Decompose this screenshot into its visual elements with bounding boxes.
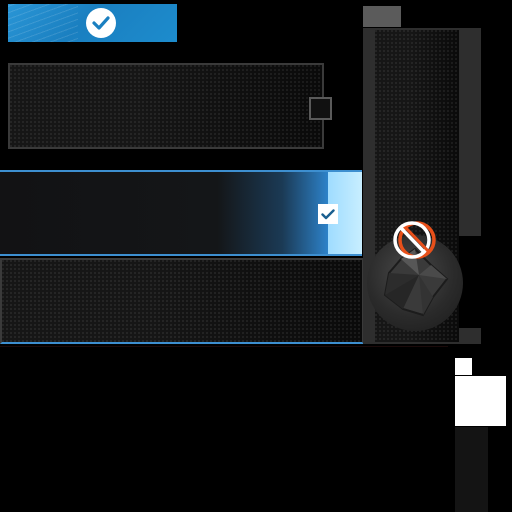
tab-sheen xyxy=(8,4,78,42)
checkbox-checked-icon[interactable] xyxy=(318,204,338,224)
divider xyxy=(0,346,448,347)
confirm-tab-button[interactable] xyxy=(8,4,177,42)
checkbox-empty-icon[interactable] xyxy=(309,97,332,120)
side-strip xyxy=(455,427,488,512)
swatch-large xyxy=(455,376,506,426)
no-entry-icon xyxy=(392,218,436,262)
swatch-small xyxy=(455,358,472,375)
checkmark-circle-icon xyxy=(86,8,116,38)
list-row[interactable] xyxy=(0,258,364,344)
option-panel[interactable] xyxy=(8,63,332,149)
scrollbar-top-cap[interactable] xyxy=(363,6,401,27)
list-row-selected[interactable] xyxy=(0,170,362,256)
